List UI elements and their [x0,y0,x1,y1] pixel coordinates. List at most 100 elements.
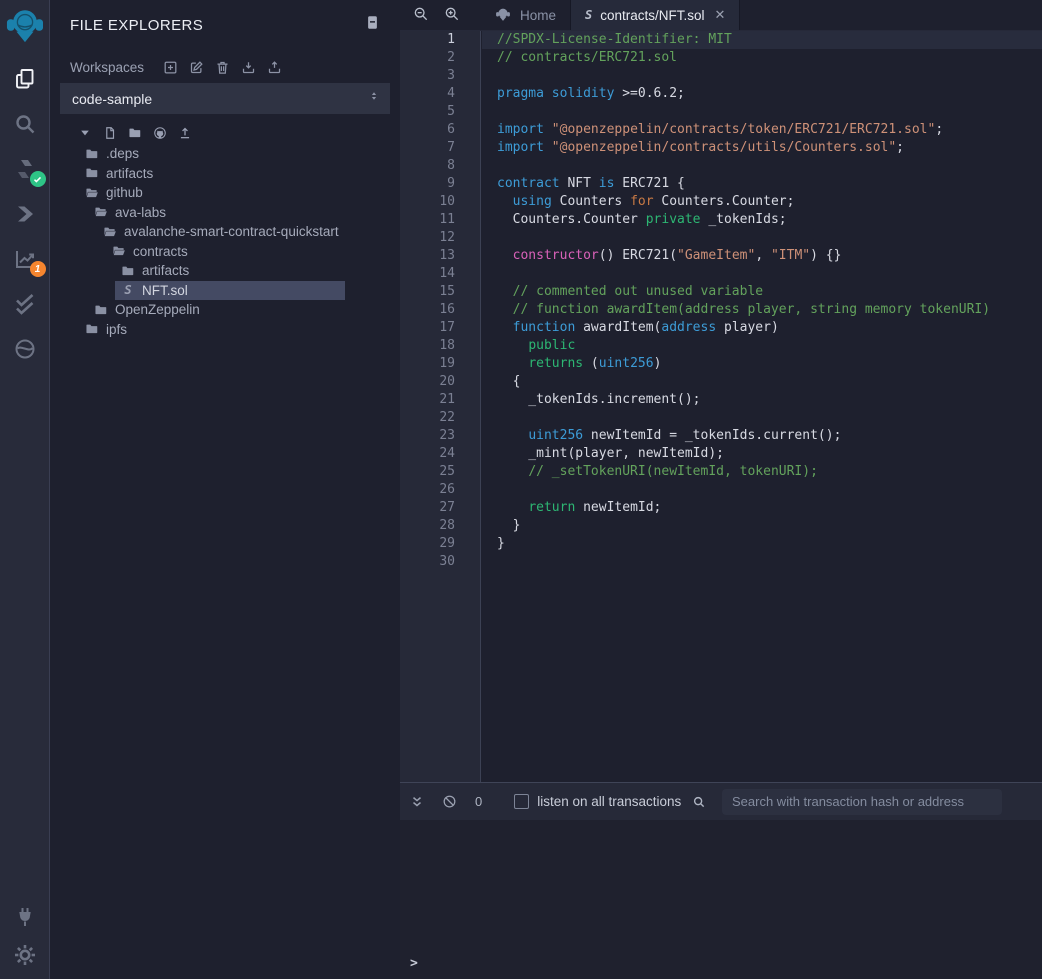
line-number: 10 [400,193,482,211]
clear-console-icon[interactable] [442,794,457,809]
code-line: 13 constructor() ERC721("GameItem", "ITM… [400,247,1042,265]
code-line: 24 _mint(player, newItemId); [400,445,1042,463]
tree-item-contracts[interactable]: contracts [50,242,400,262]
download-workspace-icon[interactable] [241,60,256,75]
expand-terminal-icon[interactable] [410,795,424,809]
line-number: 19 [400,355,482,373]
solidity-unit-testing-icon[interactable] [11,290,39,318]
tree-item-label: ipfs [106,322,127,337]
tree-item-openzeppelin[interactable]: OpenZeppelin [50,300,400,320]
sidebar-icons: 1 [11,48,39,363]
clone-github-icon[interactable] [153,126,167,140]
tree-item-avalanche-smart-contract-quickstart[interactable]: avalanche-smart-contract-quickstart [50,222,400,242]
folder-closed-icon [85,322,99,336]
new-file-icon[interactable] [103,126,117,140]
line-number: 15 [400,283,482,301]
code-line: 5 [400,103,1042,121]
file-explorer-icon[interactable] [11,65,39,93]
tree-item-artifacts[interactable]: artifacts [50,261,400,281]
folder-closed-icon [85,166,99,180]
code-text: public [482,337,1042,355]
code-text: returns (uint256) [482,355,1042,373]
tab-nft-sol[interactable]: S contracts/NFT.sol ✕ [570,0,740,30]
code-line: 25 // _setTokenURI(newItemId, tokenURI); [400,463,1042,481]
plugin-manager-icon[interactable] [11,903,39,931]
folder-closed-icon [121,264,135,278]
solidity-file-icon: S [121,283,135,297]
remix-logo[interactable] [6,6,44,48]
new-folder-icon[interactable] [128,126,142,140]
file-explorer-panel: FILE EXPLORERS Workspaces code-sample .d… [50,0,400,979]
terminal-search-icon [692,795,706,809]
line-number: 27 [400,499,482,517]
terminal-output[interactable]: > [400,820,1042,979]
code-editor[interactable]: 1//SPDX-License-Identifier: MIT2// contr… [400,31,1042,782]
analytics-icon[interactable]: 1 [11,245,39,273]
code-line: 16 // function awardItem(address player,… [400,301,1042,319]
code-line: 15 // commented out unused variable [400,283,1042,301]
tree-item-artifacts[interactable]: artifacts [50,164,400,184]
deploy-and-run-icon[interactable] [11,200,39,228]
code-line: 3 [400,67,1042,85]
tree-item-github[interactable]: github [50,183,400,203]
code-line: 30 [400,553,1042,571]
delete-workspace-icon[interactable] [215,60,230,75]
tree-item-ipfs[interactable]: ipfs [50,320,400,340]
tree-item-.deps[interactable]: .deps [50,144,400,164]
tree-item-ava-labs[interactable]: ava-labs [50,203,400,223]
line-number: 18 [400,337,482,355]
line-number: 5 [400,103,482,121]
workspace-actions [163,60,282,75]
listen-transactions-checkbox[interactable] [514,794,529,809]
panel-book-icon[interactable] [365,14,380,36]
settings-icon[interactable] [11,941,39,969]
collapse-caret-icon[interactable] [78,126,92,140]
folder-open-icon [103,225,117,239]
tree-item-label: github [106,185,143,200]
terminal-toolbar: 0 listen on all transactions [400,783,1042,820]
line-number: 8 [400,157,482,175]
solidity-file-icon: S [585,8,592,22]
editor-tabbar: Home S contracts/NFT.sol ✕ [400,0,1042,31]
tree-item-label: contracts [133,244,188,259]
code-lines: 1//SPDX-License-Identifier: MIT2// contr… [400,31,1042,571]
code-text [482,481,1042,499]
plugin-circle-icon[interactable] [11,335,39,363]
rename-workspace-icon[interactable] [189,60,204,75]
terminal-search-input[interactable] [722,789,1002,815]
zoom-in-icon[interactable] [444,6,462,24]
code-line: 22 [400,409,1042,427]
code-text [482,265,1042,283]
tab-close-icon[interactable]: ✕ [715,7,726,23]
code-line: 23 uint256 newItemId = _tokenIds.current… [400,427,1042,445]
tab-home[interactable]: Home [480,0,570,30]
tree-item-label: artifacts [106,166,153,181]
line-number: 6 [400,121,482,139]
code-text [482,409,1042,427]
workspace-select[interactable]: code-sample [60,83,390,114]
line-number: 22 [400,409,482,427]
line-number: 4 [400,85,482,103]
solidity-compiler-icon[interactable] [11,155,39,183]
line-number: 13 [400,247,482,265]
tab-file-label: contracts/NFT.sol [600,8,704,23]
code-line: 8 [400,157,1042,175]
line-number: 7 [400,139,482,157]
zoom-out-icon[interactable] [413,6,431,24]
publish-upload-icon[interactable] [178,126,192,140]
tree-item-label: OpenZeppelin [115,302,200,317]
folder-closed-icon [94,303,108,317]
folder-open-icon [94,205,108,219]
remix-mini-logo-icon [494,7,512,23]
folder-closed-icon [85,147,99,161]
create-workspace-icon[interactable] [163,60,178,75]
code-line: 14 [400,265,1042,283]
restore-workspace-icon[interactable] [267,60,282,75]
tree-item-nft.sol[interactable]: S NFT.sol [50,281,400,301]
tree-item-label: NFT.sol [142,283,188,298]
code-text [482,67,1042,85]
code-line: 1//SPDX-License-Identifier: MIT [400,31,1042,49]
terminal-prompt: > [410,956,418,971]
line-number: 23 [400,427,482,445]
search-icon[interactable] [11,110,39,138]
